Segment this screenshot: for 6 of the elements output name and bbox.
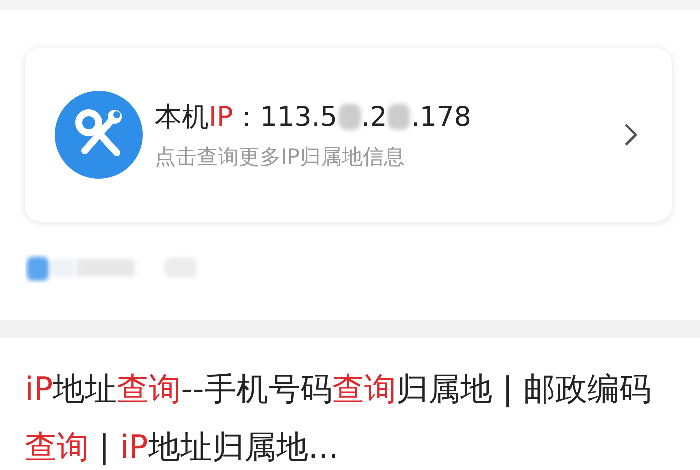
ip-card[interactable]: 本机IP：113.5 .2 .178 点击查询更多IP归属地信息 — [25, 48, 672, 222]
ip-address: 本机IP：113.5 .2 .178 — [155, 100, 472, 135]
ip-card-subtitle: 点击查询更多IP归属地信息 — [155, 144, 405, 171]
tools-icon — [55, 91, 143, 179]
chevron-right-icon — [624, 123, 638, 147]
result-title-link[interactable]: iP地址查询--手机号码查询归属地 | 邮政编码 查询 | iP地址归属地... — [25, 360, 670, 470]
